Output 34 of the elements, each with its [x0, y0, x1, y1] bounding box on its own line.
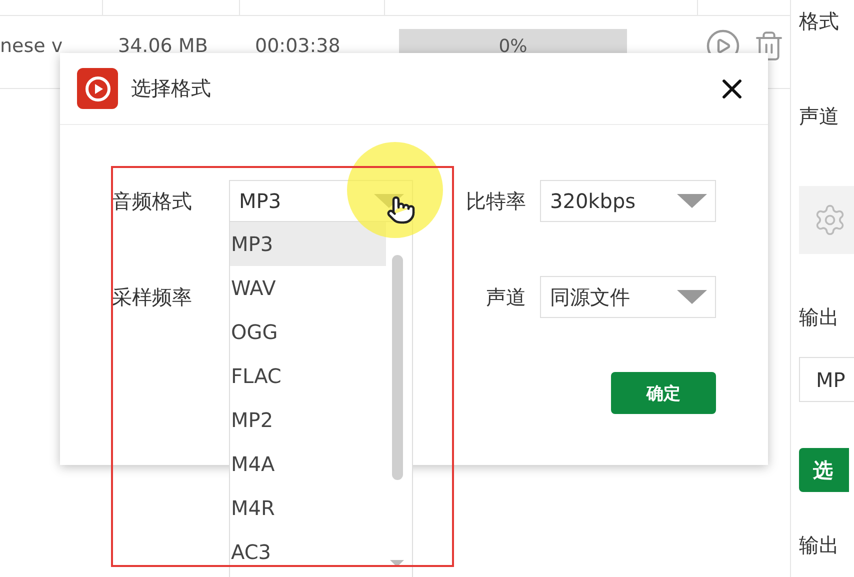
dialog-title: 选择格式 [131, 75, 212, 102]
table-cell-text: 34.06 MB [117, 35, 209, 57]
dropdown-select[interactable]: 同源文件 [540, 276, 716, 318]
table-cell-text: nese v [0, 35, 64, 57]
dropdown-option[interactable]: MP2 [230, 398, 386, 442]
app-logo-icon [77, 68, 118, 109]
hand-cursor-icon [386, 195, 416, 225]
dropdown-option[interactable]: FLAC [230, 354, 386, 398]
dropdown-select[interactable]: 320kbps [540, 180, 716, 222]
dropdown-option[interactable]: WAV [230, 266, 386, 310]
caret-icon [677, 194, 707, 208]
settings-button[interactable] [799, 186, 854, 254]
field-label: 音频格式 [112, 188, 192, 214]
scrollbar-thumb[interactable] [392, 255, 403, 480]
confirm-button[interactable]: 确定 [611, 372, 716, 414]
dropdown-option[interactable]: OGG [230, 310, 386, 354]
field-label: 声道 [486, 284, 527, 310]
side-label: 输出 [799, 532, 840, 559]
dropdown-option[interactable]: AC3 [230, 530, 386, 574]
field-label: 采样频率 [112, 284, 192, 310]
field-label: 比特率 [466, 188, 527, 214]
dropdown-option[interactable]: MP3 [230, 222, 386, 266]
scroll-down-icon[interactable] [390, 560, 404, 567]
output-field[interactable]: MP [799, 357, 854, 402]
table-cell-text: 00:03:38 [254, 35, 342, 57]
select-button[interactable]: 选 [799, 448, 849, 492]
delete-icon[interactable] [753, 30, 785, 62]
dropdown-option[interactable]: M4R [230, 486, 386, 530]
side-label: 声道 [799, 103, 840, 130]
caret-icon [677, 290, 707, 304]
dropdown-option[interactable]: M4A [230, 442, 386, 486]
side-label: 格式 [799, 8, 840, 35]
side-label: 输出 [799, 304, 840, 331]
progress-reading: 0% [498, 36, 528, 56]
